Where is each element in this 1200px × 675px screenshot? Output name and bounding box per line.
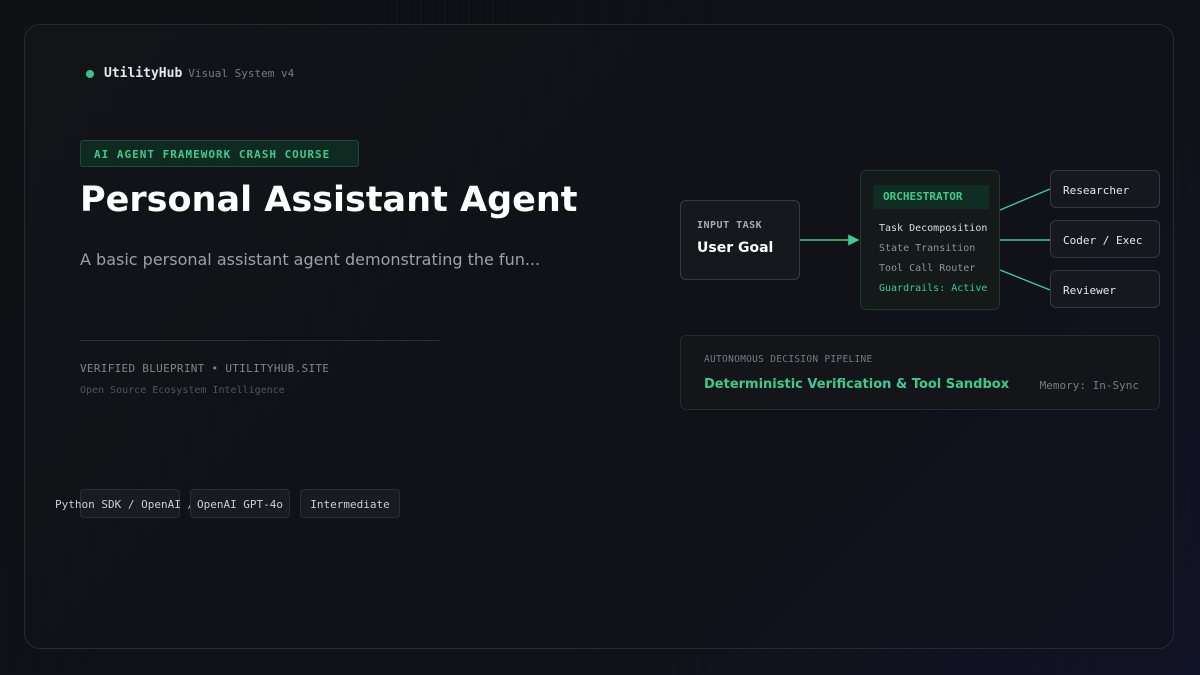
brand-subtitle: Visual System v4 [188, 67, 295, 80]
worker-label: Researcher [1063, 184, 1130, 197]
status-dot-icon [86, 69, 94, 78]
page-subtitle: A basic personal assistant agent demonst… [80, 250, 541, 269]
worker-node-coder: Coder / Exec [1050, 220, 1160, 258]
input-task-node: INPUT TASK User Goal [680, 200, 800, 280]
orchestrator-item-task-decomposition: Task Decomposition [879, 223, 988, 234]
memory-status: Memory: In-Sync [1039, 379, 1139, 392]
tag-model[interactable]: OpenAI GPT-4o [190, 489, 290, 518]
worker-node-researcher: Researcher [1050, 170, 1160, 208]
verified-blueprint: VERIFIED BLUEPRINT • UTILITYHUB.SITE [80, 362, 330, 375]
decision-pipeline-panel: AUTONOMOUS DECISION PIPELINE Determinist… [680, 335, 1160, 410]
pipeline-value: Deterministic Verification & Tool Sandbo… [704, 377, 1010, 392]
page-title: Personal Assistant Agent [80, 180, 578, 220]
tag-sdk-label: Python SDK / OpenAI / [55, 498, 195, 511]
input-task-label: INPUT TASK [697, 220, 763, 231]
worker-node-reviewer: Reviewer [1050, 270, 1160, 308]
orchestrator-item-guardrails: Guardrails: Active [879, 283, 988, 294]
divider [80, 340, 440, 341]
worker-label: Coder / Exec [1063, 234, 1143, 247]
orchestrator-title: ORCHESTRATOR [873, 185, 989, 209]
input-task-value: User Goal [697, 240, 774, 256]
tag-sdk[interactable]: Python SDK / OpenAI / [55, 489, 194, 518]
orchestrator-item-tool-call-router: Tool Call Router [879, 263, 976, 274]
worker-label: Reviewer [1063, 284, 1116, 297]
course-badge: AI AGENT FRAMEWORK CRASH COURSE [80, 140, 359, 167]
brand-name: UtilityHub [104, 66, 183, 81]
brand: UtilityHub Visual System v4 [86, 66, 294, 81]
tag-level[interactable]: Intermediate [300, 489, 400, 518]
ecosystem-tagline: Open Source Ecosystem Intelligence [80, 385, 285, 396]
pipeline-label: AUTONOMOUS DECISION PIPELINE [704, 354, 873, 365]
orchestrator-item-state-transition: State Transition [879, 243, 976, 254]
orchestrator-node: ORCHESTRATOR Task Decomposition State Tr… [860, 170, 1000, 310]
